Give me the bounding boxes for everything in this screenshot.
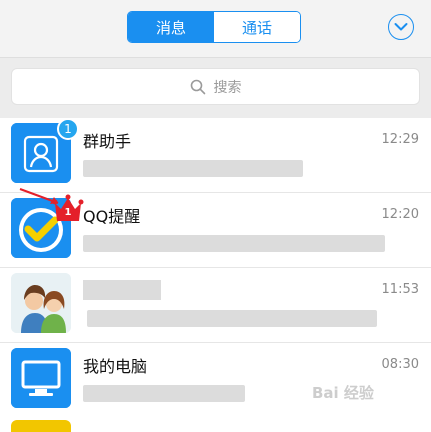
tab-calls[interactable]: 通话 [214, 12, 300, 42]
conversation-row-my-computer[interactable]: 我的电脑 08:30 [0, 343, 431, 418]
conversation-list: 1 群助手 12:29 1 QQ提醒 12:20 11:53 我的电脑 08:3… [0, 118, 431, 418]
top-bar: 消息 通话 [0, 0, 431, 58]
contact-name-redacted [83, 280, 161, 300]
message-preview-redacted [83, 160, 303, 177]
conversation-time: 12:29 [381, 132, 419, 147]
conversation-name: 群助手 [83, 132, 132, 151]
tab-messages[interactable]: 消息 [128, 12, 214, 42]
search-icon [190, 79, 205, 94]
conversation-name: 我的电脑 [83, 357, 148, 376]
search-placeholder: 搜索 [213, 79, 242, 96]
chevron-down-icon [394, 23, 408, 31]
partial-avatar [11, 420, 71, 432]
more-menu-button[interactable] [388, 14, 414, 40]
conversation-name: QQ提醒 [83, 207, 141, 226]
my-computer-icon [11, 348, 71, 408]
conversation-time: 12:20 [381, 207, 419, 222]
conversation-row-partial[interactable] [0, 414, 431, 432]
couple-avatar [11, 273, 71, 333]
message-preview-redacted [83, 235, 385, 252]
search-box[interactable]: 搜索 [11, 68, 420, 105]
message-preview-redacted [87, 310, 377, 327]
conversation-row-qq-reminder[interactable]: 1 QQ提醒 12:20 [0, 188, 431, 268]
search-area: 搜索 [0, 58, 431, 118]
watermark: Bai 经验 [312, 384, 374, 402]
conversation-time: 11:53 [381, 282, 419, 297]
conversation-row-group-assistant[interactable]: 1 群助手 12:29 [0, 118, 431, 193]
message-preview-redacted [83, 385, 245, 402]
conversation-row-contact[interactable]: 11:53 [0, 268, 431, 343]
conversation-time: 08:30 [381, 357, 419, 372]
unread-badge: 1 [57, 118, 79, 140]
unread-count: 1 [64, 206, 72, 218]
message-call-switch: 消息 通话 [127, 11, 301, 43]
